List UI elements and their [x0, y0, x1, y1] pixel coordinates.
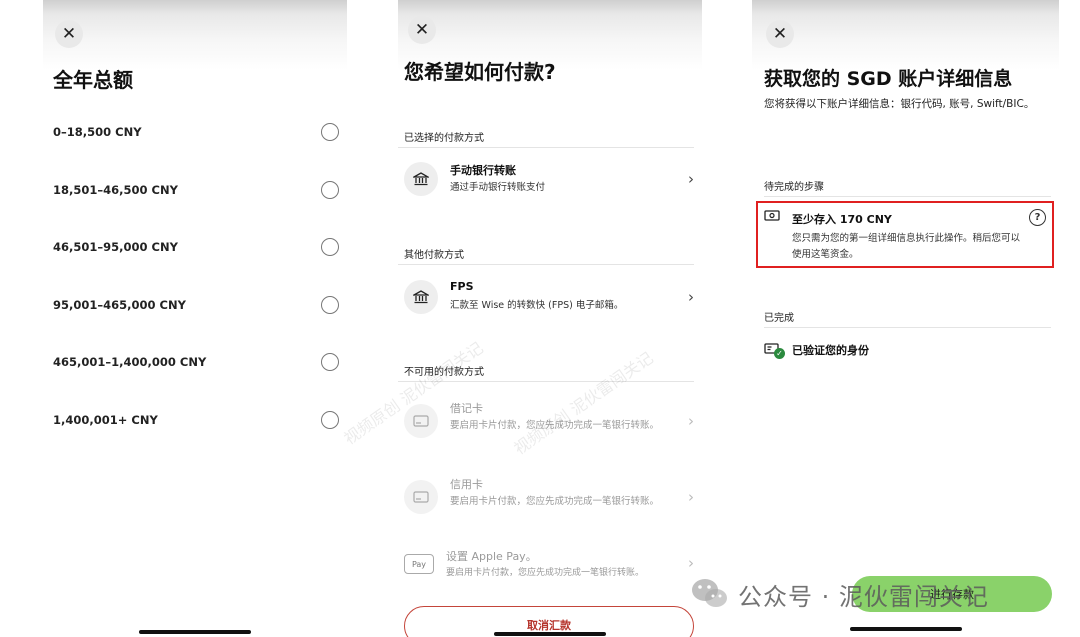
pending-step-card[interactable]: 至少存入 170 CNY 您只需为您的第一组详细信息执行此操作。稍后您可以使用这… [756, 201, 1054, 268]
apple-pay-badge: Pay [411, 559, 427, 569]
income-option-label: 18,501–46,500 CNY [53, 183, 178, 197]
method-name: 借记卡 [450, 402, 483, 415]
method-name: 设置 Apple Pay。 [446, 550, 537, 563]
page-title: 您希望如何付款? [404, 60, 556, 84]
wechat-icon [690, 577, 730, 611]
method-name: 手动银行转账 [450, 164, 516, 177]
radio-button[interactable] [321, 238, 339, 256]
page-title: 全年总额 [53, 68, 133, 92]
divider [398, 147, 694, 148]
bank-icon [404, 162, 438, 196]
section-label-other: 其他付款方式 [404, 250, 464, 261]
bank-icon [404, 280, 438, 314]
sheet-top-fade [43, 0, 347, 70]
chevron-right-icon: › [688, 412, 694, 430]
close-icon: ✕ [414, 19, 430, 40]
payment-method-fps[interactable]: FPS 汇款至 Wise 的转数快 (FPS) 电子邮箱。 › [404, 274, 694, 324]
income-option[interactable]: 18,501–46,500 CNY [53, 178, 339, 202]
radio-button[interactable] [321, 411, 339, 429]
close-button[interactable]: ✕ [55, 20, 83, 48]
income-option-label: 0–18,500 CNY [53, 125, 142, 139]
method-description: 汇款至 Wise 的转数快 (FPS) 电子邮箱。 [450, 300, 624, 311]
income-option[interactable]: 95,001–465,000 CNY [53, 293, 339, 317]
payment-method-credit-card: 信用卡 要启用卡片付款，您应先成功完成一笔银行转账。 › [404, 470, 694, 532]
radio-button[interactable] [321, 181, 339, 199]
income-option-label: 46,501–95,000 CNY [53, 240, 178, 254]
method-description: 要启用卡片付款，您应先成功完成一笔银行转账。 [446, 568, 645, 578]
divider [764, 196, 1051, 197]
payment-method-apple-pay: Pay 设置 Apple Pay。 要启用卡片付款，您应先成功完成一笔银行转账。… [404, 544, 694, 586]
card-icon [404, 404, 438, 438]
step-title: 至少存入 170 CNY [792, 213, 892, 226]
radio-button[interactable] [321, 296, 339, 314]
check-icon: ✓ [774, 348, 785, 359]
chevron-right-icon: › [688, 488, 694, 506]
money-icon [764, 210, 780, 224]
wechat-watermark: 公众号 · 泥伙雷闯关记 [690, 574, 989, 614]
close-button[interactable]: ✕ [408, 16, 436, 44]
method-name: FPS [450, 280, 474, 293]
home-indicator [849, 627, 962, 631]
home-indicator [139, 630, 251, 634]
close-button[interactable]: ✕ [766, 20, 794, 48]
home-indicator [494, 632, 606, 636]
completed-step-title: 已验证您的身份 [792, 344, 869, 357]
card-icon [404, 480, 438, 514]
account-details-screen: ✕ 获取您的 SGD 账户详细信息 您将获得以下账户详细信息：银行代码, 账号,… [752, 0, 1059, 637]
step-description: 您只需为您的第一组详细信息执行此操作。稍后您可以使用这笔资金。 [792, 233, 1021, 260]
page-title: 获取您的 SGD 账户详细信息 [764, 68, 1013, 90]
close-icon: ✕ [61, 23, 77, 44]
payment-method-bank-transfer[interactable]: 手动银行转账 通过手动银行转账支付 › [404, 156, 694, 206]
watermark-text: 公众号 · 泥伙雷闯关记 [738, 582, 989, 611]
divider [764, 327, 1051, 328]
income-option[interactable]: 1,400,001+ CNY [53, 408, 339, 432]
income-option-label: 1,400,001+ CNY [53, 413, 158, 427]
income-option-label: 95,001–465,000 CNY [53, 298, 186, 312]
chevron-right-icon: › [688, 170, 694, 188]
close-icon: ✕ [772, 23, 788, 44]
section-label-selected: 已选择的付款方式 [404, 133, 484, 144]
radio-button[interactable] [321, 353, 339, 371]
apple-pay-icon: Pay [404, 554, 434, 574]
sheet-top-fade [752, 0, 1059, 70]
chevron-right-icon: › [688, 288, 694, 306]
section-label-completed: 已完成 [764, 313, 794, 324]
income-option[interactable]: 465,001–1,400,000 CNY [53, 350, 339, 374]
payment-method-screen: ✕ 您希望如何付款? 已选择的付款方式 手动银行转账 通过手动银行转账支付 › … [398, 0, 702, 637]
section-label-pending: 待完成的步骤 [764, 182, 824, 193]
method-name: 信用卡 [450, 478, 483, 491]
radio-button[interactable] [321, 123, 339, 141]
method-description: 通过手动银行转账支付 [450, 182, 546, 193]
income-option-label: 465,001–1,400,000 CNY [53, 355, 207, 369]
divider [398, 264, 694, 265]
income-range-screen: ✕ 全年总额 0–18,500 CNY 18,501–46,500 CNY 46… [43, 0, 347, 637]
method-description: 要启用卡片付款，您应先成功完成一笔银行转账。 [450, 496, 660, 507]
page-subtitle: 您将获得以下账户详细信息：银行代码, 账号, Swift/BIC。 [764, 98, 1035, 110]
help-icon[interactable]: ? [1029, 209, 1046, 226]
chevron-right-icon: › [688, 554, 694, 572]
id-verified-icon: ✓ [764, 340, 786, 359]
income-option[interactable]: 0–18,500 CNY [53, 120, 339, 144]
income-option[interactable]: 46,501–95,000 CNY [53, 235, 339, 259]
